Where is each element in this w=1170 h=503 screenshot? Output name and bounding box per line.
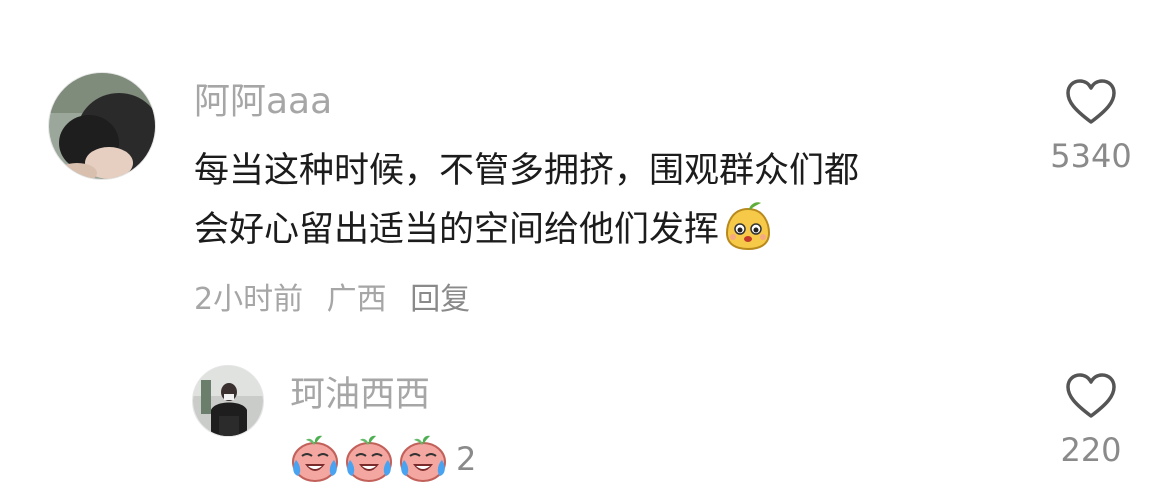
crying-laugh-emoji-icon: [288, 430, 342, 488]
comment-username[interactable]: 阿阿aaa: [194, 80, 332, 124]
user-avatar[interactable]: [192, 365, 264, 437]
user-avatar[interactable]: [48, 72, 156, 180]
comment-item: 阿阿aaa 每当这种时候，不管多拥挤，围观群众们都 会好心留出适当的空间给他们发…: [0, 0, 1170, 340]
comment-item: 珂油西西 2 220: [0, 340, 1170, 503]
like-count: 220: [1060, 431, 1122, 469]
heart-outline-icon: [1066, 373, 1116, 418]
like-count: 5340: [1050, 137, 1132, 175]
like-button[interactable]: 220: [1031, 372, 1151, 470]
comment-location: 广西: [326, 282, 387, 317]
comment-username[interactable]: 珂油西西: [290, 373, 430, 417]
comment-time: 2小时前: [194, 282, 304, 317]
comment-emoji-row: 2: [288, 430, 476, 490]
avatar-image: [193, 366, 263, 436]
comment-text-line: 每当这种时候，不管多拥挤，围观群众们都: [194, 151, 860, 191]
reply-button[interactable]: 回复: [410, 282, 470, 317]
comment-text-line: 会好心留出适当的空间给他们发挥: [194, 199, 1014, 268]
like-button[interactable]: 5340: [1031, 78, 1151, 176]
avatar-image: [49, 73, 155, 179]
comment-trailing-text: 2: [456, 440, 477, 478]
pear-face-emoji-icon: [723, 199, 773, 268]
comment-meta: 2小时前 广西 回复: [194, 278, 484, 322]
comment-text: 每当这种时候，不管多拥挤，围观群众们都 会好心留出适当的空间给他们发挥: [194, 143, 1014, 268]
crying-laugh-emoji-icon: [396, 430, 450, 488]
crying-laugh-emoji-icon: [342, 430, 396, 488]
heart-outline-icon: [1066, 79, 1116, 124]
